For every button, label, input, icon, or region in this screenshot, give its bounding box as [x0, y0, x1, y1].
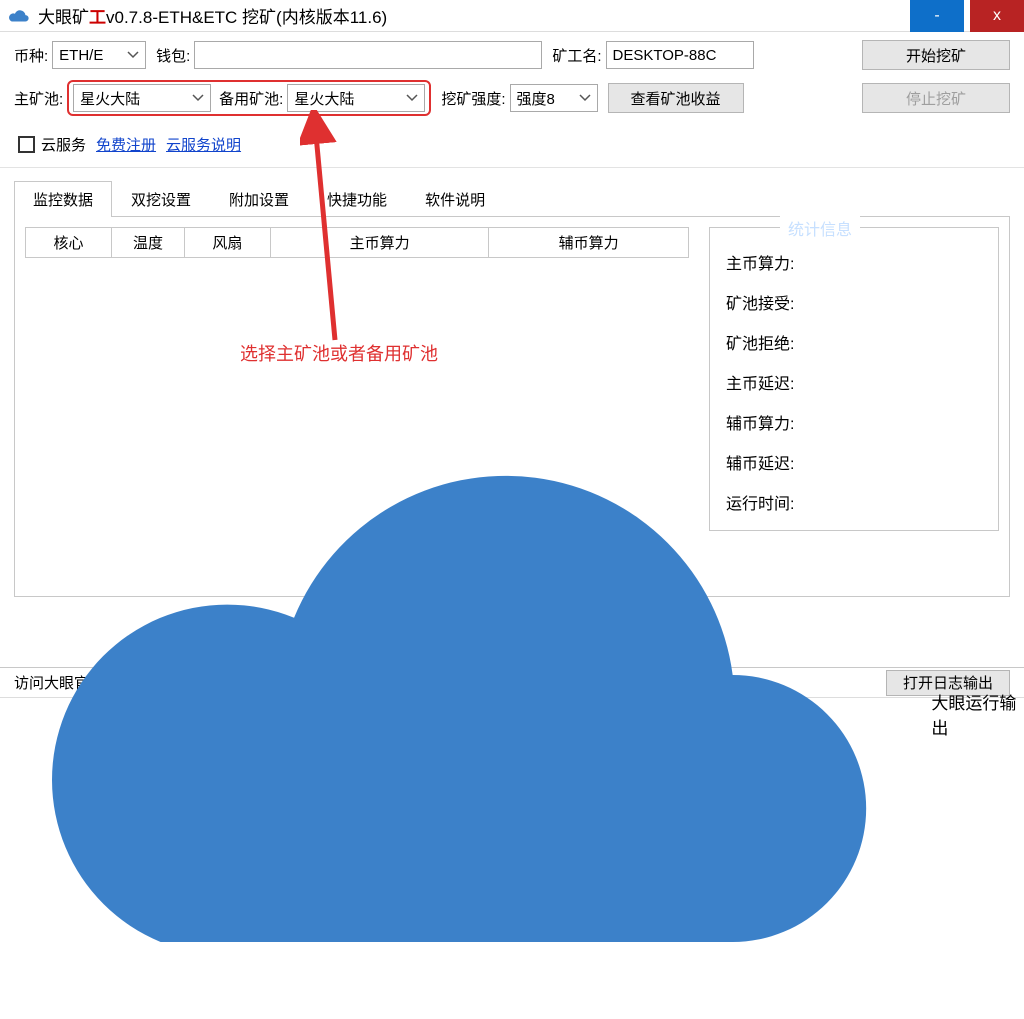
stat-main-hash: 主币算力:: [726, 250, 982, 274]
close-button[interactable]: x: [970, 0, 1024, 32]
worker-label: 矿工名:: [552, 45, 601, 66]
main-pool-select[interactable]: 星火大陆: [73, 84, 211, 112]
chevron-down-icon: [192, 94, 204, 102]
main-pool-label: 主矿池:: [14, 88, 63, 109]
free-register-link[interactable]: 免费注册: [96, 134, 156, 155]
pool-highlight-box: 星火大陆 备用矿池: 星火大陆: [67, 80, 431, 116]
coin-select-value: ETH/E: [59, 47, 103, 64]
view-earnings-button[interactable]: 查看矿池收益: [608, 83, 744, 113]
grid-area: 核心 温度 风扇 主币算力 辅币算力: [25, 227, 689, 258]
stat-rejected: 矿池拒绝:: [726, 330, 982, 354]
worker-input[interactable]: DESKTOP-88C: [606, 41, 754, 69]
app-name: 大眼矿: [38, 8, 89, 27]
backup-pool-select[interactable]: 星火大陆: [287, 84, 425, 112]
coin-select[interactable]: ETH/E: [52, 41, 146, 69]
minimize-button[interactable]: -: [910, 0, 964, 32]
intensity-select[interactable]: 强度8: [510, 84, 598, 112]
window-title: 大眼矿工v0.7.8-ETH&ETC 挖矿(内核版本11.6): [38, 3, 387, 28]
tab-about[interactable]: 软件说明: [406, 181, 504, 217]
chevron-down-icon: [406, 94, 418, 102]
tab-additional[interactable]: 附加设置: [210, 181, 308, 217]
toolbar-row-1: 币种: ETH/E 钱包: 矿工名: DESKTOP-88C 开始挖矿: [14, 40, 1010, 70]
stat-accepted: 矿池接受:: [726, 290, 982, 314]
backup-pool-label: 备用矿池:: [219, 88, 283, 109]
worker-value: DESKTOP-88C: [613, 47, 717, 64]
tab-dual-mining[interactable]: 双挖设置: [112, 181, 210, 217]
app-version: v0.7.8: [106, 8, 152, 27]
app-name-highlight: 工: [89, 8, 106, 27]
backup-pool-value: 星火大陆: [294, 88, 354, 109]
cloud-icon: [8, 8, 30, 24]
stat-main-delay: 主币延迟:: [726, 370, 982, 394]
main-pool-value: 星火大陆: [80, 88, 140, 109]
stop-mining-button[interactable]: 停止挖矿: [862, 83, 1010, 113]
output-bar: 大眼运行输出: [0, 697, 1024, 729]
stats-title: 统计信息: [780, 216, 860, 240]
output-title: 大眼运行输出: [931, 689, 1024, 739]
tabs: 监控数据 双挖设置 附加设置 快捷功能 软件说明: [14, 180, 1010, 217]
tab-monitor[interactable]: 监控数据: [14, 181, 112, 217]
app-subtitle: -ETH&ETC 挖矿(内核版本11.6): [152, 8, 387, 27]
grid-col-main-hash: 主币算力: [271, 228, 489, 257]
wallet-label: 钱包:: [156, 45, 190, 66]
tab-shortcuts[interactable]: 快捷功能: [308, 181, 406, 217]
wallet-input[interactable]: [194, 41, 542, 69]
chevron-down-icon: [579, 94, 591, 102]
start-mining-button[interactable]: 开始挖矿: [862, 40, 1010, 70]
grid-col-temp: 温度: [112, 228, 185, 257]
cloud-service-row: 云服务 免费注册 云服务说明: [0, 126, 1024, 168]
grid-col-aux-hash: 辅币算力: [489, 228, 688, 257]
titlebar: 大眼矿工v0.7.8-ETH&ETC 挖矿(内核版本11.6) - x: [0, 0, 1024, 32]
chevron-down-icon: [127, 51, 139, 59]
grid-col-core: 核心: [26, 228, 112, 257]
cloud-help-link[interactable]: 云服务说明: [166, 134, 241, 155]
cloud-icon: [8, 408, 923, 1018]
intensity-label: 挖矿强度:: [441, 88, 505, 109]
toolbar: 币种: ETH/E 钱包: 矿工名: DESKTOP-88C 开始挖矿 主矿池:…: [0, 32, 1024, 116]
cloud-service-label: 云服务: [41, 134, 86, 155]
toolbar-row-2: 主矿池: 星火大陆 备用矿池: 星火大陆 挖矿强度: 强度8 查看矿池收益 停止…: [14, 80, 1010, 116]
cloud-service-checkbox[interactable]: [18, 136, 35, 153]
grid-col-fan: 风扇: [185, 228, 271, 257]
grid-header: 核心 温度 风扇 主币算力 辅币算力: [25, 227, 689, 258]
intensity-value: 强度8: [517, 88, 555, 109]
coin-label: 币种:: [14, 45, 48, 66]
